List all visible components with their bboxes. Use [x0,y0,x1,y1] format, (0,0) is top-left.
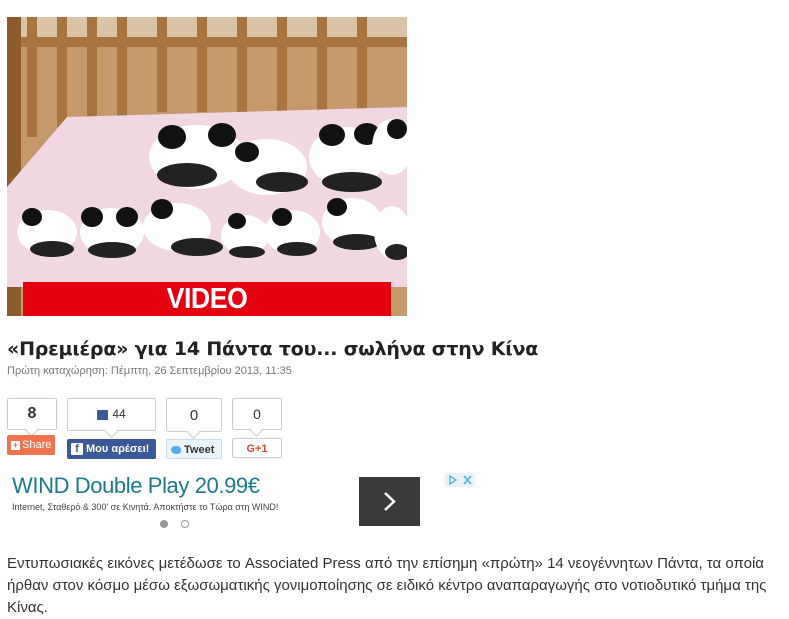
tweet-label: Tweet [184,444,215,456]
gplus-count: 0 [253,406,261,422]
video-banner: VIDEO [23,282,391,316]
tweet-count-box: 0 [166,398,222,432]
like-count: 44 [112,407,126,421]
tweet-count: 0 [189,407,199,424]
article-body: Εντυπωσιακές εικόνες μετέδωσε το Associa… [7,555,767,616]
plus-icon: + [11,439,20,450]
share-count-box: 8 [7,398,57,430]
ad-pager-dot-2[interactable] [181,520,189,528]
panda-cubs-photo [7,17,407,316]
share-count: 8 [27,405,37,422]
tweet-button[interactable]: Tweet [166,439,222,459]
chevron-right-icon [384,492,396,511]
close-icon[interactable] [460,473,475,487]
like-count-box: 44 [67,398,156,431]
like-label: Μου αρέσει! [86,443,150,455]
article-publish-date: Πρώτη καταχώρηση: Πέμπτη, 26 Σεπτεμβρίου… [7,365,292,377]
article-title: «Πρεμιέρα» για 14 Πάντα του... σωλήνα στ… [7,338,539,360]
facebook-like-button[interactable]: f Μου αρέσει! [67,439,156,459]
ad-title[interactable]: WIND Double Play 20.99€ [12,473,260,499]
gplus-count-box: 0 [232,398,282,430]
ad-next-button[interactable] [359,477,420,526]
thumbs-up-icon [97,409,109,420]
advertisement[interactable]: WIND Double Play 20.99€ Internet, Σταθερ… [7,472,475,534]
adchoices-icon[interactable] [445,473,460,487]
google-plus-button[interactable]: G+1 [232,438,282,458]
ad-controls[interactable] [445,473,475,487]
twitter-bird-icon [171,446,181,455]
gplus-label: G+1 [246,443,268,455]
share-button[interactable]: + Share [7,435,55,455]
ad-subtitle: Internet, Σταθερό & 300' σε Κινητά. Αποκ… [12,502,279,512]
ad-pager-dot-1[interactable] [160,520,168,528]
article-hero-image[interactable]: VIDEO [7,17,407,316]
share-label: Share [22,439,52,451]
facebook-icon: f [71,443,83,456]
